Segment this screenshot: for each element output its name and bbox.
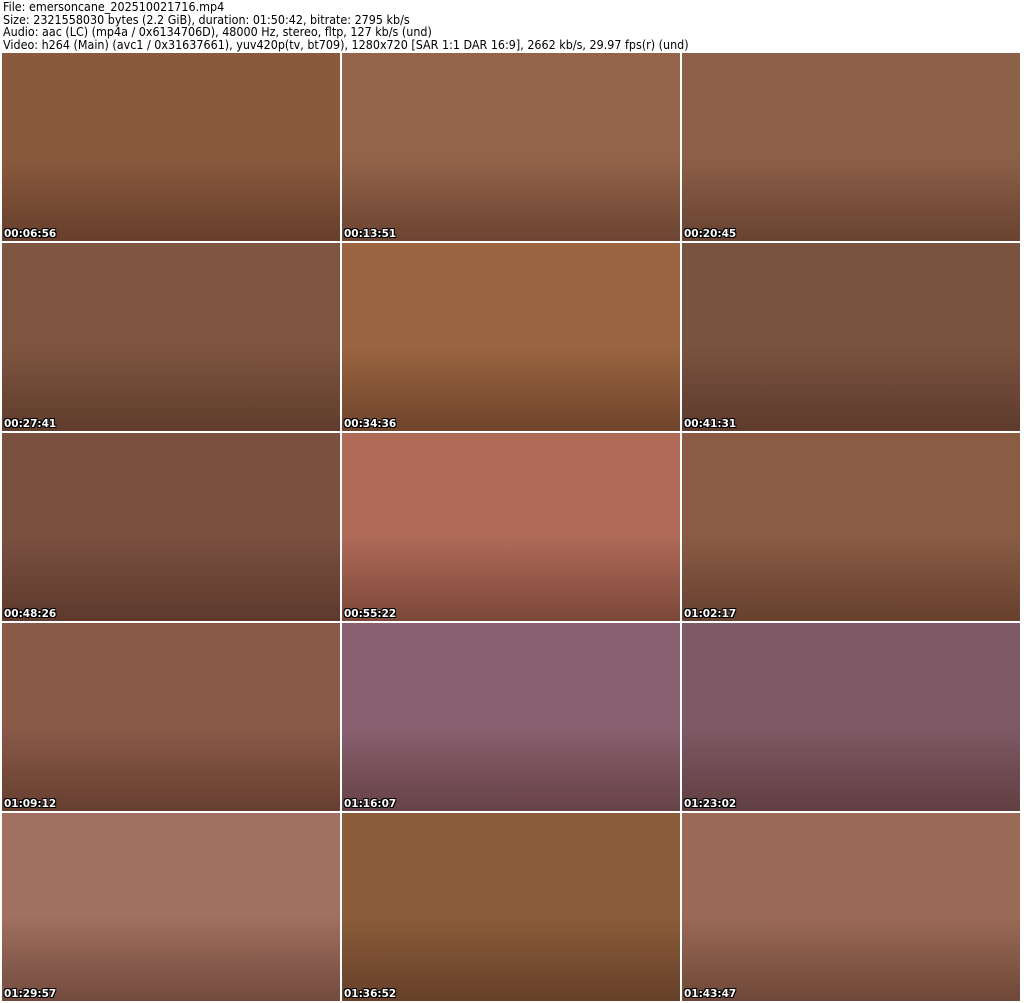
frame-timestamp: 00:06:56 (4, 228, 57, 240)
video-frame-thumbnail: 00:55:22 (342, 433, 680, 621)
video-frame-thumbnail: 01:36:52 (342, 813, 680, 1001)
frame-timestamp: 01:36:52 (344, 988, 397, 1000)
video-frame-thumbnail: 01:29:57 (2, 813, 340, 1001)
frame-timestamp: 00:41:31 (684, 418, 737, 430)
frame-timestamp: 00:48:26 (4, 608, 57, 620)
frame-timestamp: 00:55:22 (344, 608, 397, 620)
frame-timestamp: 00:20:45 (684, 228, 737, 240)
frame-timestamp: 00:34:36 (344, 418, 397, 430)
frame-timestamp: 01:23:02 (684, 798, 737, 810)
video-frame-thumbnail: 00:13:51 (342, 53, 680, 241)
video-frame-thumbnail: 00:27:41 (2, 243, 340, 431)
video-frame-thumbnail: 01:43:47 (682, 813, 1020, 1001)
frame-timestamp: 00:13:51 (344, 228, 397, 240)
frame-timestamp: 01:16:07 (344, 798, 397, 810)
frame-timestamp: 01:02:17 (684, 608, 737, 620)
frame-timestamp: 01:09:12 (4, 798, 57, 810)
frame-timestamp: 00:27:41 (4, 418, 57, 430)
video-frame-thumbnail: 01:23:02 (682, 623, 1020, 811)
video-frame-thumbnail: 01:09:12 (2, 623, 340, 811)
audio-info: Audio: aac (LC) (mp4a / 0x6134706D), 480… (3, 25, 432, 40)
thumbnail-grid: 00:06:56 00:13:51 00:20:45 00:27:41 00:34:36… (2, 53, 1020, 1001)
video-info: Video: h264 (Main) (avc1 / 0x31637661), … (3, 37, 689, 52)
video-frame-thumbnail: 01:02:17 (682, 433, 1020, 621)
video-frame-thumbnail: 01:16:07 (342, 623, 680, 811)
video-frame-thumbnail: 00:06:56 (2, 53, 340, 241)
video-frame-thumbnail: 00:48:26 (2, 433, 340, 621)
video-frame-thumbnail: 00:34:36 (342, 243, 680, 431)
video-frame-thumbnail: 00:41:31 (682, 243, 1020, 431)
file-info-header: File: emersoncane_202510021716.mp4 Size:… (3, 1, 689, 51)
video-frame-thumbnail: 00:20:45 (682, 53, 1020, 241)
frame-timestamp: 01:43:47 (684, 988, 737, 1000)
frame-timestamp: 01:29:57 (4, 988, 57, 1000)
file-name: File: emersoncane_202510021716.mp4 (3, 0, 225, 14)
